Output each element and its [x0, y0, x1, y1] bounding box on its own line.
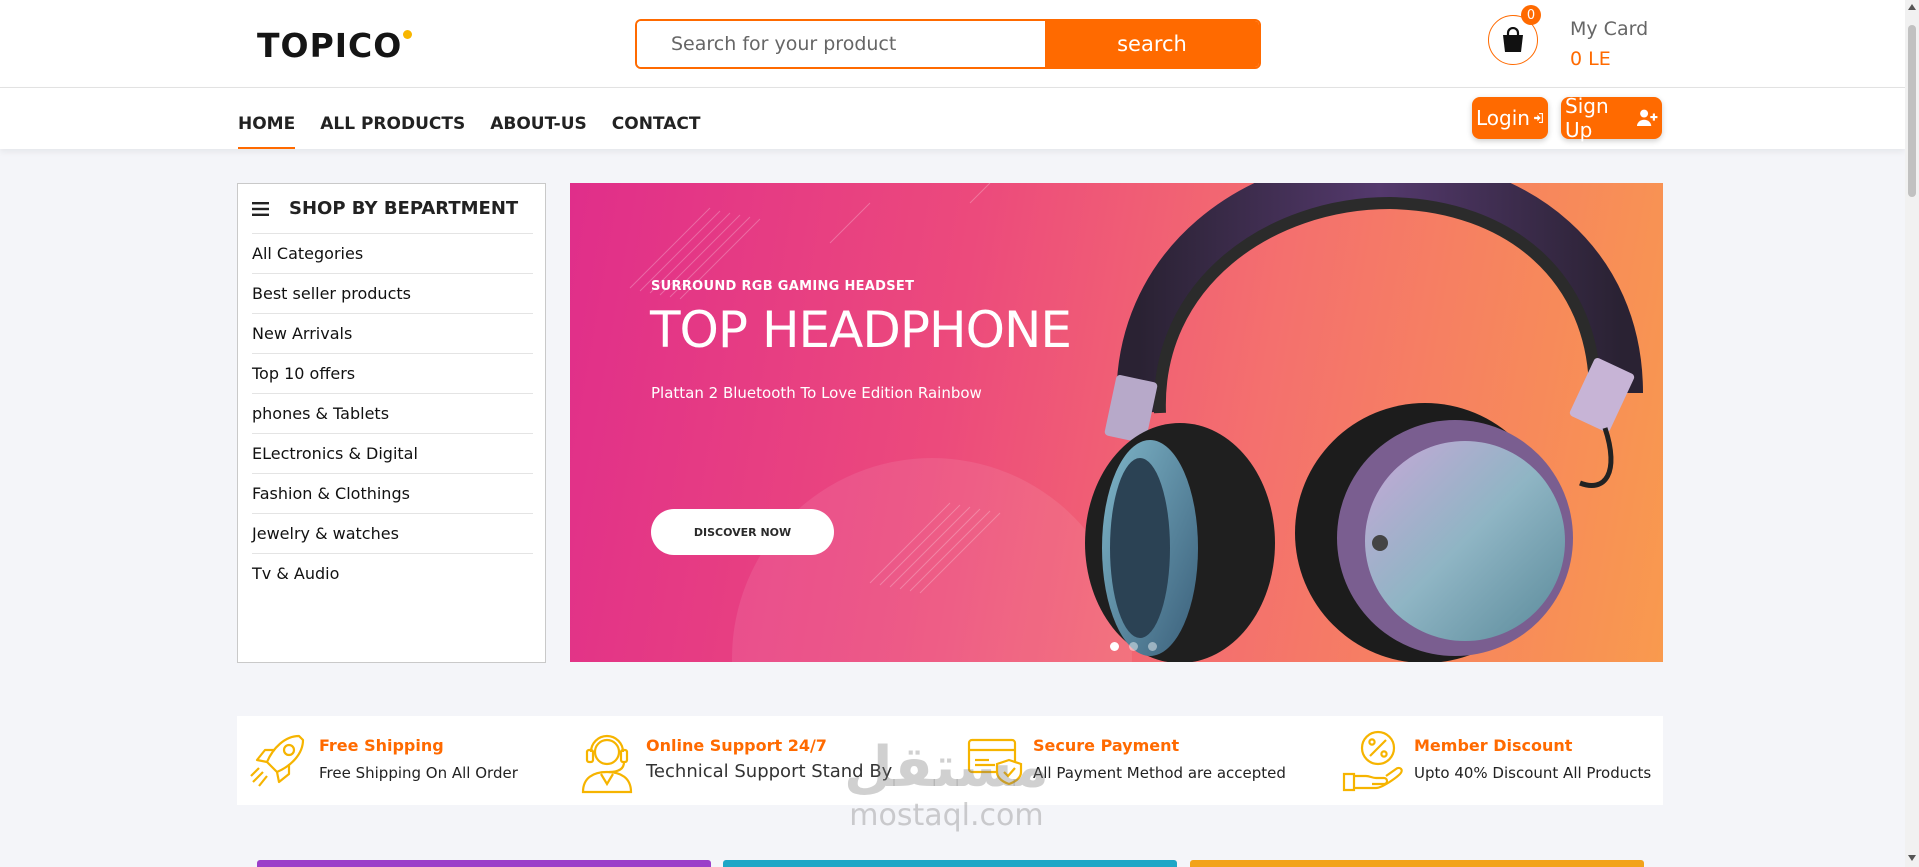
signup-button[interactable]: Sign Up — [1561, 94, 1662, 142]
department-item[interactable]: Fashion & Clothings — [252, 473, 533, 513]
carousel-dot[interactable] — [1129, 642, 1138, 651]
headphone-image — [1085, 183, 1643, 662]
signup-label: Sign Up — [1565, 94, 1609, 142]
headset-support-icon — [581, 734, 633, 794]
category-card[interactable] — [257, 860, 711, 867]
watermark: مستقل mostaql.com — [844, 735, 1049, 834]
hamburger-menu-icon[interactable] — [252, 201, 269, 216]
feature-description: Free Shipping On All Order — [319, 764, 518, 782]
rocket-icon — [250, 734, 305, 787]
nav-item-all-products[interactable]: ALL PRODUCTS — [320, 88, 465, 149]
discover-now-button[interactable]: DISCOVER NOW — [651, 509, 834, 555]
login-button[interactable]: Login — [1472, 97, 1548, 139]
cart-count-badge: 0 — [1521, 5, 1541, 25]
nav-item-about-us[interactable]: ABOUT-US — [490, 88, 587, 149]
carousel-dot[interactable] — [1110, 642, 1119, 651]
feature-description: Upto 40% Discount All Products — [1414, 764, 1652, 782]
feature-member-discount: Member Discount Upto 40% Discount All Pr… — [1342, 716, 1662, 805]
search-input[interactable] — [637, 21, 1045, 67]
user-plus-icon — [1636, 109, 1658, 126]
site-header: TOPICO search 0 My Card 0 LE — [0, 0, 1905, 88]
hero-description: Plattan 2 Bluetooth To Love Edition Rain… — [651, 384, 982, 402]
sign-in-icon — [1534, 113, 1543, 123]
scrollbar-thumb[interactable] — [1908, 25, 1916, 197]
main-navbar: HOME ALL PRODUCTS ABOUT-US CONTACT Login… — [0, 88, 1905, 149]
login-label: Login — [1476, 106, 1530, 130]
feature-title: Secure Payment — [1033, 736, 1180, 755]
department-item[interactable]: ELectronics & Digital — [252, 433, 533, 473]
carousel-dot[interactable] — [1148, 642, 1157, 651]
feature-title: Free Shipping — [319, 736, 444, 755]
logo-dot-icon — [403, 30, 413, 39]
department-item[interactable]: Jewelry & watches — [252, 513, 533, 553]
department-item[interactable]: Top 10 offers — [252, 353, 533, 393]
hero-banner: SURROUND RGB GAMING HEADSET TOP HEADPHON… — [570, 183, 1663, 662]
site-logo[interactable]: TOPICO — [257, 26, 413, 65]
scroll-down-arrow-icon[interactable] — [1908, 855, 1916, 861]
department-item[interactable]: All Categories — [252, 233, 533, 273]
department-item[interactable]: New Arrivals — [252, 313, 533, 353]
logo-text: TOPICO — [257, 26, 403, 65]
cart-label[interactable]: My Card — [1570, 18, 1648, 40]
carousel-dots — [1110, 642, 1157, 651]
feature-title: Online Support 24/7 — [646, 736, 827, 755]
percent-hand-icon — [1342, 730, 1403, 792]
department-item[interactable]: Tv & Audio — [252, 553, 533, 593]
watermark-latin: mostaql.com — [849, 798, 1044, 833]
nav-item-home[interactable]: HOME — [238, 88, 296, 149]
feature-title: Member Discount — [1414, 736, 1573, 755]
department-item[interactable]: Best seller products — [252, 273, 533, 313]
department-title: SHOP BY BEPARTMENT — [289, 198, 519, 219]
nav-menu: HOME ALL PRODUCTS ABOUT-US CONTACT — [238, 88, 725, 149]
page-scrollbar[interactable] — [1905, 0, 1919, 867]
feature-description: All Payment Method are accepted — [1033, 764, 1286, 782]
department-item[interactable]: phones & Tablets — [252, 393, 533, 433]
hero-subtitle: SURROUND RGB GAMING HEADSET — [651, 279, 915, 294]
search-button[interactable]: search — [1045, 21, 1259, 67]
department-sidebar: SHOP BY BEPARTMENT All Categories Best s… — [237, 183, 546, 663]
department-header: SHOP BY BEPARTMENT — [252, 198, 518, 219]
search-bar: search — [635, 19, 1261, 69]
nav-item-contact[interactable]: CONTACT — [612, 88, 701, 149]
category-card[interactable] — [723, 860, 1177, 867]
shopping-bag-icon — [1503, 27, 1523, 52]
scroll-up-arrow-icon[interactable] — [1908, 4, 1916, 10]
watermark-arabic: مستقل — [844, 735, 1049, 800]
category-card[interactable] — [1190, 860, 1644, 867]
department-list: All Categories Best seller products New … — [252, 233, 533, 593]
feature-free-shipping: Free Shipping Free Shipping On All Order — [249, 716, 569, 805]
cart-total: 0 LE — [1570, 48, 1611, 70]
hero-title: TOP HEADPHONE — [650, 301, 1072, 359]
